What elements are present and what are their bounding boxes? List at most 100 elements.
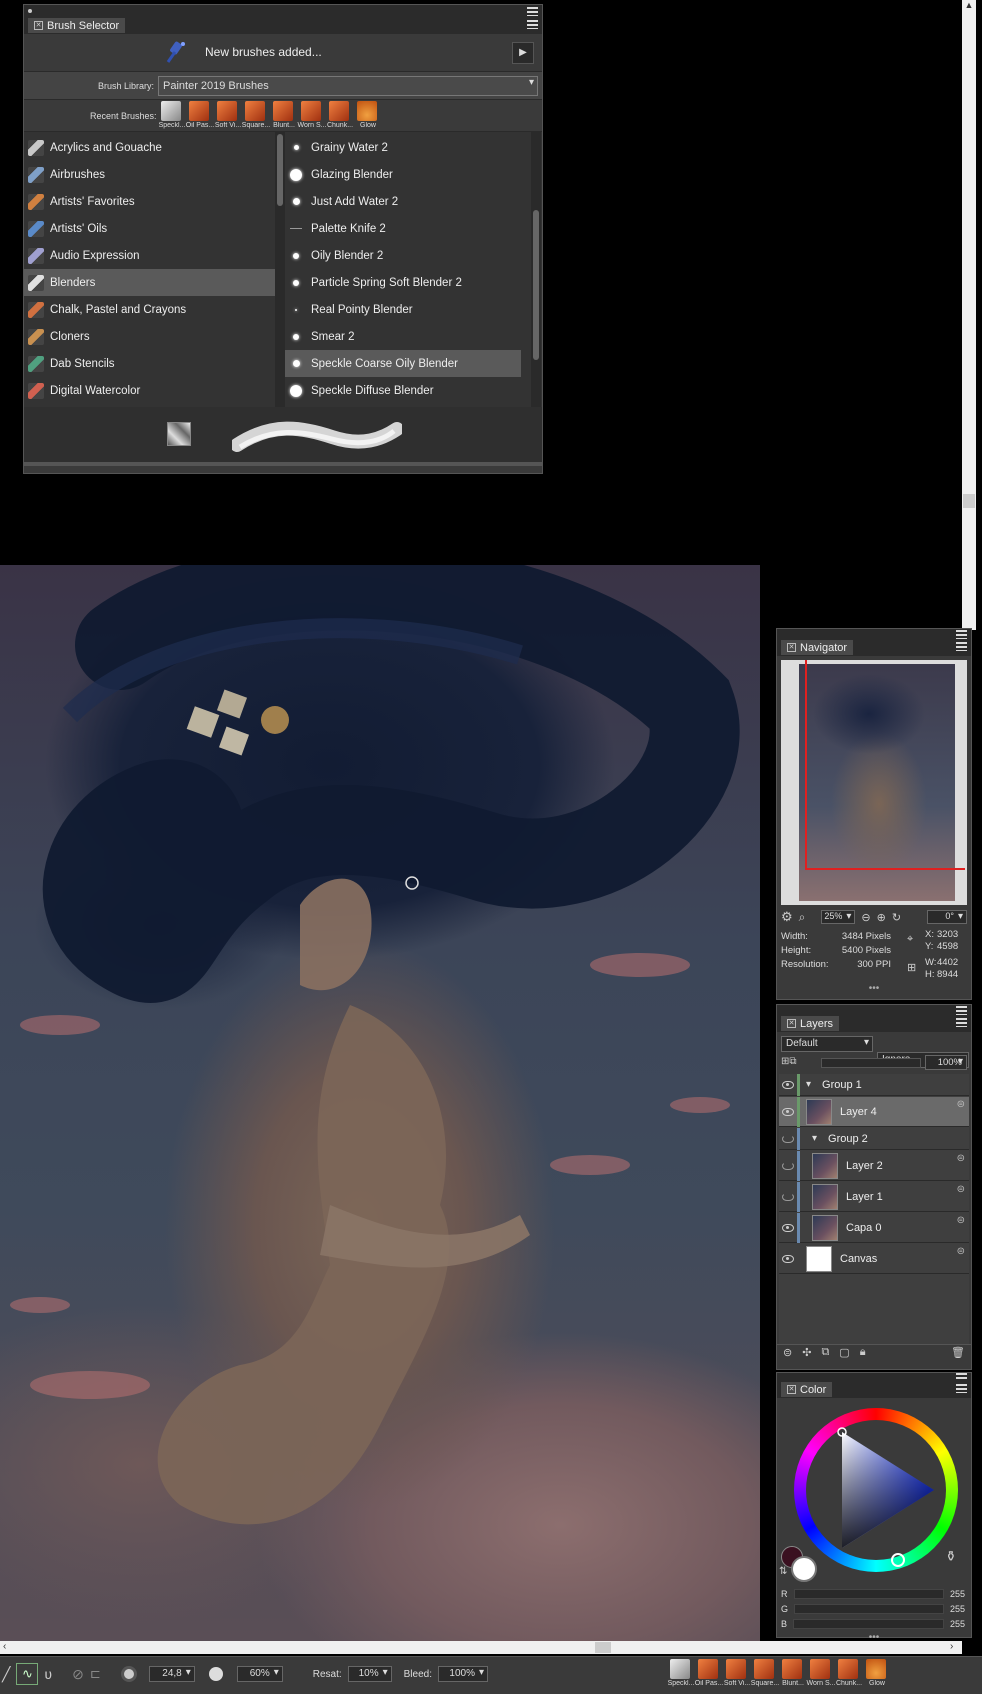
panel-grip[interactable]: [777, 1373, 971, 1382]
b-value[interactable]: 255: [950, 1619, 965, 1629]
scroll-up-icon[interactable]: ▲: [962, 0, 976, 14]
r-slider[interactable]: R 255: [781, 1588, 965, 1600]
visibility-eye-icon[interactable]: [782, 1223, 794, 1232]
panel-grip[interactable]: [777, 629, 971, 639]
panel-collapse-icon[interactable]: [956, 1006, 967, 1015]
recent-brush-2[interactable]: Soft Vi...: [724, 1659, 750, 1687]
layer-row[interactable]: Capa 0 ⊜: [779, 1212, 969, 1243]
panel-collapse-icon[interactable]: [956, 630, 967, 639]
rotation-field[interactable]: 0°: [927, 910, 967, 924]
tab-color[interactable]: ✕ Color: [781, 1382, 833, 1397]
scroll-right-icon[interactable]: ›: [950, 1641, 953, 1652]
group-expand-icon[interactable]: ▾: [812, 1133, 817, 1144]
g-value[interactable]: 255: [950, 1604, 965, 1614]
tab-navigator[interactable]: ✕ Navigator: [781, 640, 854, 655]
dab-preview-toggle-icon[interactable]: ⊏: [90, 1666, 101, 1682]
variant-item[interactable]: Real Pointy Blender: [285, 296, 521, 323]
horizontal-scrollbar[interactable]: ‹ ›: [0, 1641, 962, 1654]
visibility-eye-icon[interactable]: [782, 1134, 794, 1143]
brush-library-select[interactable]: Painter 2019 Brushes: [158, 76, 538, 96]
layer-mask-icon[interactable]: ▢: [839, 1346, 849, 1359]
category-item[interactable]: Airbrushes: [24, 161, 275, 188]
more-handle-icon[interactable]: •••: [777, 984, 971, 994]
variant-item[interactable]: Particle Spring Soft Blender 2: [285, 269, 521, 296]
visibility-eye-icon[interactable]: [782, 1254, 794, 1263]
zoom-field[interactable]: 25%: [821, 910, 856, 924]
category-item[interactable]: Audio Expression: [24, 242, 275, 269]
zoom-icon[interactable]: ⌕: [799, 910, 806, 925]
recent-brush-0[interactable]: Speckl...: [159, 101, 185, 129]
recent-brush-1[interactable]: Oil Pas...: [186, 101, 214, 129]
b-slider[interactable]: B 255: [781, 1618, 965, 1630]
recent-brush-2[interactable]: Soft Vi...: [215, 101, 241, 129]
variant-scrollbar[interactable]: [531, 132, 541, 407]
variant-item[interactable]: Palette Knife 2: [285, 215, 521, 242]
window-scroll-thumb[interactable]: [963, 494, 975, 508]
layer-row[interactable]: Canvas ⊜: [779, 1244, 969, 1274]
panel-collapse-icon[interactable]: [527, 7, 538, 16]
variant-item[interactable]: Speckle Coarse Oily Blender: [285, 350, 521, 377]
visibility-eye-icon[interactable]: [782, 1107, 794, 1116]
group-expand-icon[interactable]: ▾: [806, 1079, 811, 1090]
variant-item[interactable]: Oily Blender 2: [285, 242, 521, 269]
panel-menu-icon[interactable]: [956, 1384, 967, 1393]
recent-brush-0[interactable]: Speckl...: [668, 1659, 694, 1687]
recent-brush-7[interactable]: Glow: [864, 1659, 888, 1687]
recent-brush-4[interactable]: Blunt...: [780, 1659, 804, 1687]
variant-item[interactable]: Glazing Blender: [285, 161, 521, 188]
close-icon[interactable]: ✕: [787, 1385, 796, 1394]
visibility-eye-icon[interactable]: [782, 1161, 794, 1170]
layer-attributes-icon[interactable]: ⊜: [783, 1346, 792, 1359]
panel-menu-icon[interactable]: [956, 642, 967, 651]
close-icon[interactable]: ✕: [787, 1019, 796, 1028]
category-item[interactable]: Digital Watercolor: [24, 377, 275, 404]
color-variability-icon[interactable]: ⚱: [945, 1548, 957, 1565]
settings-icon[interactable]: ⚙: [781, 909, 793, 925]
rotate-icon[interactable]: ↻: [892, 911, 901, 924]
recent-brush-3[interactable]: Square...: [751, 1659, 779, 1687]
r-value[interactable]: 255: [950, 1589, 965, 1599]
viewport-rectangle[interactable]: [805, 660, 965, 870]
panel-grip[interactable]: [777, 1005, 971, 1015]
straight-line-icon[interactable]: ʋ: [44, 1666, 52, 1682]
opacity-slider[interactable]: [821, 1058, 921, 1068]
recent-brush-1[interactable]: Oil Pas...: [695, 1659, 723, 1687]
panel-menu-icon[interactable]: [956, 1018, 967, 1027]
variant-item[interactable]: Speckle Diffuse Blender: [285, 377, 521, 404]
layer-group-row[interactable]: ▾ Group 1: [779, 1073, 969, 1096]
category-item[interactable]: Cloners: [24, 323, 275, 350]
stroke-attributes-icon[interactable]: ⊘: [72, 1666, 84, 1683]
category-scroll-thumb[interactable]: [277, 134, 283, 206]
freehand-stroke-icon[interactable]: ∿: [16, 1663, 39, 1685]
layer-row[interactable]: Layer 4 ⊜: [779, 1096, 969, 1127]
close-icon[interactable]: ✕: [787, 643, 796, 652]
window-scrollbar[interactable]: ▲: [962, 0, 976, 630]
painting-canvas[interactable]: [0, 565, 760, 1641]
brush-tool-icon[interactable]: ╱: [2, 1666, 10, 1683]
variant-item[interactable]: Smear 2: [285, 323, 521, 350]
recent-brush-5[interactable]: Worn S...: [806, 1659, 836, 1687]
notice-play-button[interactable]: ▶: [512, 42, 534, 64]
panel-grip[interactable]: [24, 5, 542, 17]
layer-row[interactable]: Layer 2 ⊜: [779, 1150, 969, 1181]
zoom-out-icon[interactable]: ⊖: [861, 911, 870, 924]
variant-item[interactable]: Grainy Water 2: [285, 134, 521, 161]
recent-brush-4[interactable]: Blunt...: [271, 101, 295, 129]
layer-row[interactable]: Layer 1 ⊜: [779, 1181, 969, 1212]
opacity-field[interactable]: 60%: [236, 1666, 283, 1682]
recent-brush-6[interactable]: Chunk...: [836, 1659, 862, 1687]
category-item[interactable]: Chalk, Pastel and Crayons: [24, 296, 275, 323]
zoom-in-icon[interactable]: ⊕: [877, 911, 886, 924]
trash-icon[interactable]: 🗑︎: [951, 1346, 965, 1359]
swap-colors-icon[interactable]: ⇅: [779, 1566, 787, 1577]
category-item[interactable]: Dab Stencils: [24, 350, 275, 377]
lock-icon[interactable]: 🔒︎: [860, 1346, 866, 1359]
category-item[interactable]: Acrylics and Gouache: [24, 134, 275, 161]
category-item[interactable]: Artists' Favorites: [24, 188, 275, 215]
size-field[interactable]: 24,8: [148, 1666, 195, 1682]
visibility-eye-icon[interactable]: [782, 1080, 794, 1089]
composite-method-select[interactable]: Default: [781, 1036, 873, 1052]
dynamic-plugin-icon[interactable]: ✣: [802, 1346, 811, 1359]
bleed-field[interactable]: 100%: [438, 1666, 488, 1682]
visibility-eye-icon[interactable]: [782, 1192, 794, 1201]
